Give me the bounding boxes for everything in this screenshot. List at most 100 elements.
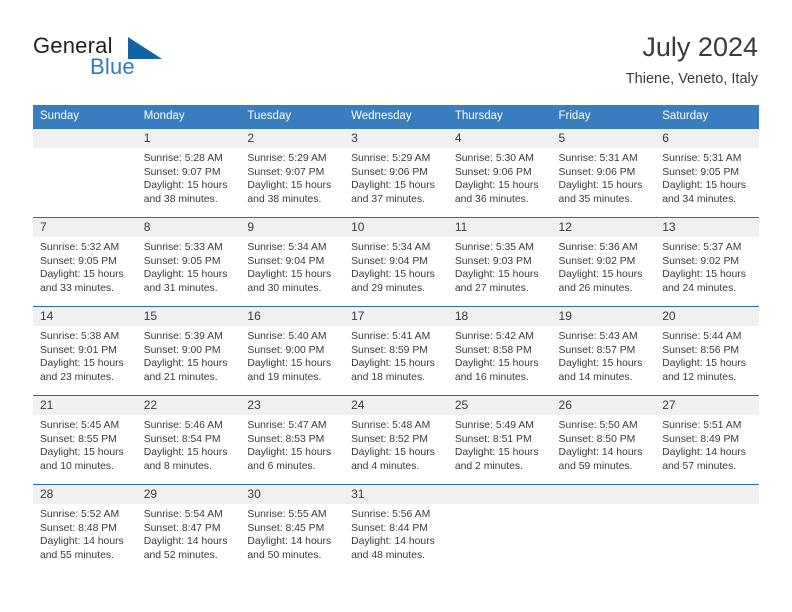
- calendar-cell[interactable]: 3 Sunrise: 5:29 AM Sunset: 9:06 PM Daylight…: [344, 129, 448, 218]
- day-number: 13: [655, 218, 759, 237]
- calendar-cell[interactable]: 24 Sunrise: 5:48 AM Sunset: 8:52 PM Dayligh…: [344, 395, 448, 485]
- calendar-cell[interactable]: 12 Sunrise: 5:36 AM Sunset: 9:02 PM Dayligh…: [551, 217, 656, 307]
- page-title: July 2024: [642, 32, 758, 62]
- calendar-cell[interactable]: 15 Sunrise: 5:39 AM Sunset: 9:00 PM Dayligh…: [136, 306, 241, 396]
- calendar-day-cell: 20 Sunrise: 5:44 AM Sunset: 8:56 PM Dayligh…: [655, 307, 759, 395]
- daylight-text-line2: and 24 minutes.: [662, 282, 737, 294]
- daylight-text-line1: Daylight: 14 hours: [558, 447, 643, 459]
- calendar-day-cell: 1 Sunrise: 5:28 AM Sunset: 9:07 PM Daylight…: [136, 129, 241, 217]
- daylight-text-line2: and 57 minutes.: [662, 460, 737, 472]
- day-details: Sunrise: 5:33 AM Sunset: 9:05 PM Daylight:…: [137, 237, 241, 295]
- calendar-cell[interactable]: [655, 484, 759, 573]
- calendar-cell[interactable]: 30 Sunrise: 5:55 AM Sunset: 8:45 PM Dayligh…: [240, 484, 345, 573]
- calendar-day-cell: 25 Sunrise: 5:49 AM Sunset: 8:51 PM Dayligh…: [447, 396, 552, 484]
- calendar-cell[interactable]: [33, 129, 137, 218]
- calendar-cell[interactable]: 21 Sunrise: 5:45 AM Sunset: 8:55 PM Dayligh…: [33, 395, 137, 485]
- calendar-cell[interactable]: 25 Sunrise: 5:49 AM Sunset: 8:51 PM Dayligh…: [447, 395, 552, 485]
- calendar-cell[interactable]: 11 Sunrise: 5:35 AM Sunset: 9:03 PM Dayligh…: [447, 217, 552, 307]
- daylight-text-line2: and 29 minutes.: [351, 282, 426, 294]
- day-number: 14: [33, 307, 137, 326]
- calendar-cell[interactable]: 10 Sunrise: 5:34 AM Sunset: 9:04 PM Dayligh…: [344, 217, 448, 307]
- calendar-cell[interactable]: 14 Sunrise: 5:38 AM Sunset: 9:01 PM Dayligh…: [33, 306, 137, 396]
- calendar-cell[interactable]: 20 Sunrise: 5:44 AM Sunset: 8:56 PM Dayligh…: [655, 306, 759, 396]
- calendar-cell[interactable]: 16 Sunrise: 5:40 AM Sunset: 9:00 PM Dayligh…: [240, 306, 345, 396]
- calendar-cell[interactable]: 7 Sunrise: 5:32 AM Sunset: 9:05 PM Daylight…: [33, 217, 137, 307]
- calendar-cell[interactable]: 29 Sunrise: 5:54 AM Sunset: 8:47 PM Dayligh…: [136, 484, 241, 573]
- daylight-text-line2: and 38 minutes.: [143, 193, 218, 205]
- day-details: Sunrise: 5:44 AM Sunset: 8:56 PM Daylight:…: [655, 326, 759, 384]
- day-details: Sunrise: 5:28 AM Sunset: 9:07 PM Daylight:…: [137, 148, 241, 206]
- calendar-cell-empty: [551, 485, 656, 573]
- daylight-text-line2: and 18 minutes.: [351, 371, 426, 383]
- calendar-cell[interactable]: 22 Sunrise: 5:46 AM Sunset: 8:54 PM Dayligh…: [136, 395, 241, 485]
- day-details: Sunrise: 5:46 AM Sunset: 8:54 PM Daylight:…: [137, 415, 241, 473]
- weekday-header-tuesday: Tuesday: [240, 105, 345, 129]
- calendar-day-cell: 30 Sunrise: 5:55 AM Sunset: 8:45 PM Dayligh…: [240, 485, 345, 573]
- general-blue-logo[interactable]: General Blue: [33, 34, 273, 84]
- daylight-text-line1: Daylight: 14 hours: [40, 536, 124, 548]
- day-details: Sunrise: 5:34 AM Sunset: 9:04 PM Daylight:…: [240, 237, 344, 295]
- sunrise-text: Sunrise: 5:41 AM: [351, 331, 431, 342]
- calendar-day-cell: 6 Sunrise: 5:31 AM Sunset: 9:05 PM Daylight…: [655, 129, 759, 217]
- weekday-header-friday: Friday: [551, 105, 656, 129]
- day-details: Sunrise: 5:37 AM Sunset: 9:02 PM Daylight:…: [655, 237, 759, 295]
- calendar-cell[interactable]: 19 Sunrise: 5:43 AM Sunset: 8:57 PM Dayligh…: [551, 306, 656, 396]
- day-details: Sunrise: 5:41 AM Sunset: 8:59 PM Daylight:…: [344, 326, 448, 384]
- sunrise-text: Sunrise: 5:56 AM: [351, 509, 431, 520]
- calendar-cell-empty: [33, 129, 137, 217]
- calendar-cell[interactable]: 31 Sunrise: 5:56 AM Sunset: 8:44 PM Dayligh…: [344, 484, 448, 573]
- day-number: 16: [240, 307, 345, 326]
- calendar-cell[interactable]: [551, 484, 656, 573]
- day-details: Sunrise: 5:48 AM Sunset: 8:52 PM Daylight:…: [344, 415, 448, 473]
- calendar-cell[interactable]: [447, 484, 552, 573]
- sunset-text: Sunset: 8:47 PM: [143, 522, 221, 534]
- sunset-text: Sunset: 8:56 PM: [662, 344, 740, 356]
- day-details: Sunrise: 5:35 AM Sunset: 9:03 PM Daylight:…: [448, 237, 552, 295]
- calendar-week-row: 21 Sunrise: 5:45 AM Sunset: 8:55 PM Dayligh…: [33, 395, 759, 485]
- calendar-cell[interactable]: 2 Sunrise: 5:29 AM Sunset: 9:07 PM Daylight…: [240, 129, 345, 218]
- daylight-text-line1: Daylight: 15 hours: [351, 447, 435, 459]
- calendar-cell[interactable]: 18 Sunrise: 5:42 AM Sunset: 8:58 PM Dayligh…: [447, 306, 552, 396]
- day-details: Sunrise: 5:38 AM Sunset: 9:01 PM Daylight:…: [33, 326, 137, 384]
- weekday-header-monday: Monday: [136, 105, 241, 129]
- day-number: 18: [447, 307, 552, 326]
- day-details: Sunrise: 5:42 AM Sunset: 8:58 PM Daylight:…: [448, 326, 552, 384]
- daylight-text-line2: and 36 minutes.: [454, 193, 529, 205]
- sunset-text: Sunset: 8:48 PM: [40, 522, 117, 534]
- page-header: General Blue July 2024 Thiene, Veneto, I…: [0, 0, 792, 104]
- calendar-cell[interactable]: 26 Sunrise: 5:50 AM Sunset: 8:50 PM Dayligh…: [551, 395, 656, 485]
- day-number: 17: [344, 307, 448, 326]
- calendar-cell[interactable]: 17 Sunrise: 5:41 AM Sunset: 8:59 PM Dayligh…: [344, 306, 448, 396]
- day-number: [447, 485, 552, 504]
- calendar-cell[interactable]: 5 Sunrise: 5:31 AM Sunset: 9:06 PM Daylight…: [551, 129, 656, 218]
- calendar-cell[interactable]: 23 Sunrise: 5:47 AM Sunset: 8:53 PM Dayligh…: [240, 395, 345, 485]
- sunset-text: Sunset: 9:04 PM: [247, 255, 325, 267]
- calendar-cell[interactable]: 27 Sunrise: 5:51 AM Sunset: 8:49 PM Dayligh…: [655, 395, 759, 485]
- day-number: 22: [136, 396, 241, 415]
- sunrise-text: Sunrise: 5:34 AM: [351, 242, 431, 253]
- daylight-text-line2: and 27 minutes.: [454, 282, 529, 294]
- daylight-text-line1: Daylight: 15 hours: [351, 358, 435, 370]
- day-number: 28: [33, 485, 137, 504]
- sunrise-text: Sunrise: 5:47 AM: [247, 420, 327, 431]
- calendar-cell[interactable]: 4 Sunrise: 5:30 AM Sunset: 9:06 PM Daylight…: [447, 129, 552, 218]
- calendar-day-cell: 11 Sunrise: 5:35 AM Sunset: 9:03 PM Dayligh…: [447, 218, 552, 306]
- calendar-cell[interactable]: 9 Sunrise: 5:34 AM Sunset: 9:04 PM Daylight…: [240, 217, 345, 307]
- sunset-text: Sunset: 9:02 PM: [662, 255, 740, 267]
- daylight-text-line2: and 35 minutes.: [558, 193, 633, 205]
- day-number: 7: [33, 218, 137, 237]
- calendar-cell[interactable]: 13 Sunrise: 5:37 AM Sunset: 9:02 PM Dayligh…: [655, 217, 759, 307]
- sunrise-text: Sunrise: 5:31 AM: [558, 153, 638, 164]
- sunrise-text: Sunrise: 5:45 AM: [40, 420, 120, 431]
- calendar-cell[interactable]: 6 Sunrise: 5:31 AM Sunset: 9:05 PM Daylight…: [655, 129, 759, 218]
- calendar-cell[interactable]: 1 Sunrise: 5:28 AM Sunset: 9:07 PM Daylight…: [136, 129, 241, 218]
- daylight-text-line1: Daylight: 14 hours: [662, 447, 746, 459]
- day-number: 4: [447, 129, 552, 148]
- daylight-text-line1: Daylight: 15 hours: [143, 269, 228, 281]
- sunset-text: Sunset: 9:00 PM: [143, 344, 221, 356]
- daylight-text-line2: and 2 minutes.: [454, 460, 523, 472]
- calendar-cell[interactable]: 8 Sunrise: 5:33 AM Sunset: 9:05 PM Daylight…: [136, 217, 241, 307]
- calendar-cell[interactable]: 28 Sunrise: 5:52 AM Sunset: 8:48 PM Dayligh…: [33, 484, 137, 573]
- daylight-text-line2: and 52 minutes.: [143, 549, 218, 561]
- sunrise-text: Sunrise: 5:36 AM: [558, 242, 638, 253]
